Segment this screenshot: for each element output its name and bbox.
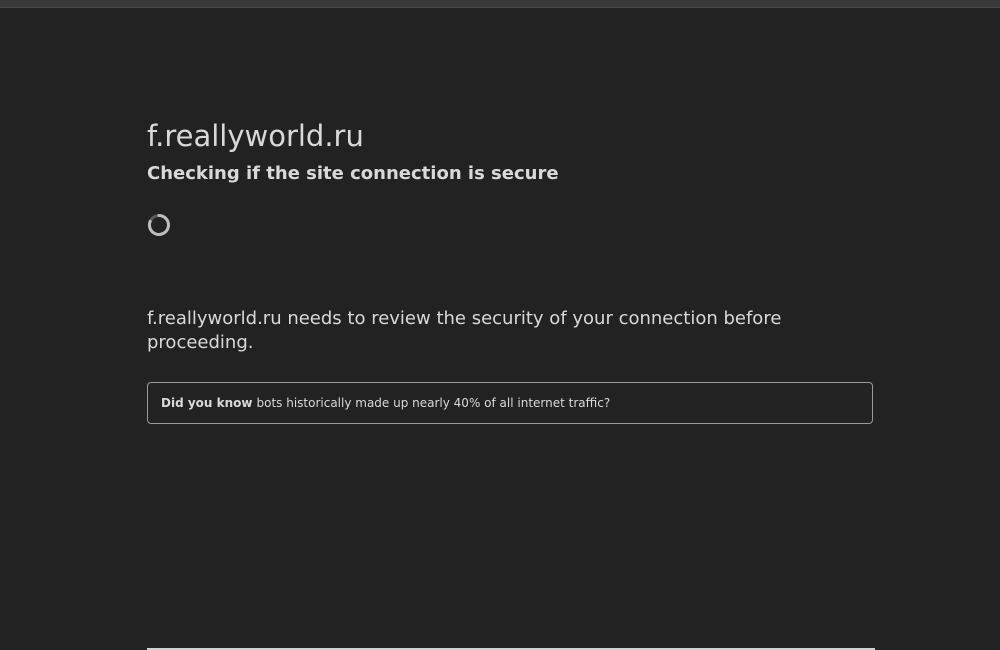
- loading-spinner-icon: [148, 214, 170, 236]
- security-review-message: f.reallyworld.ru needs to review the sec…: [147, 308, 782, 353]
- did-you-know-text: bots historically made up nearly 40% of …: [256, 396, 611, 410]
- did-you-know-box: Did you know bots historically made up n…: [147, 382, 873, 424]
- challenge-content: f.reallyworld.ru Checking if the site co…: [147, 118, 875, 424]
- site-title: f.reallyworld.ru: [147, 119, 364, 153]
- security-check-heading: Checking if the site connection is secur…: [147, 163, 559, 184]
- browser-top-bar: [0, 0, 1000, 8]
- did-you-know-label: Did you know: [161, 396, 253, 410]
